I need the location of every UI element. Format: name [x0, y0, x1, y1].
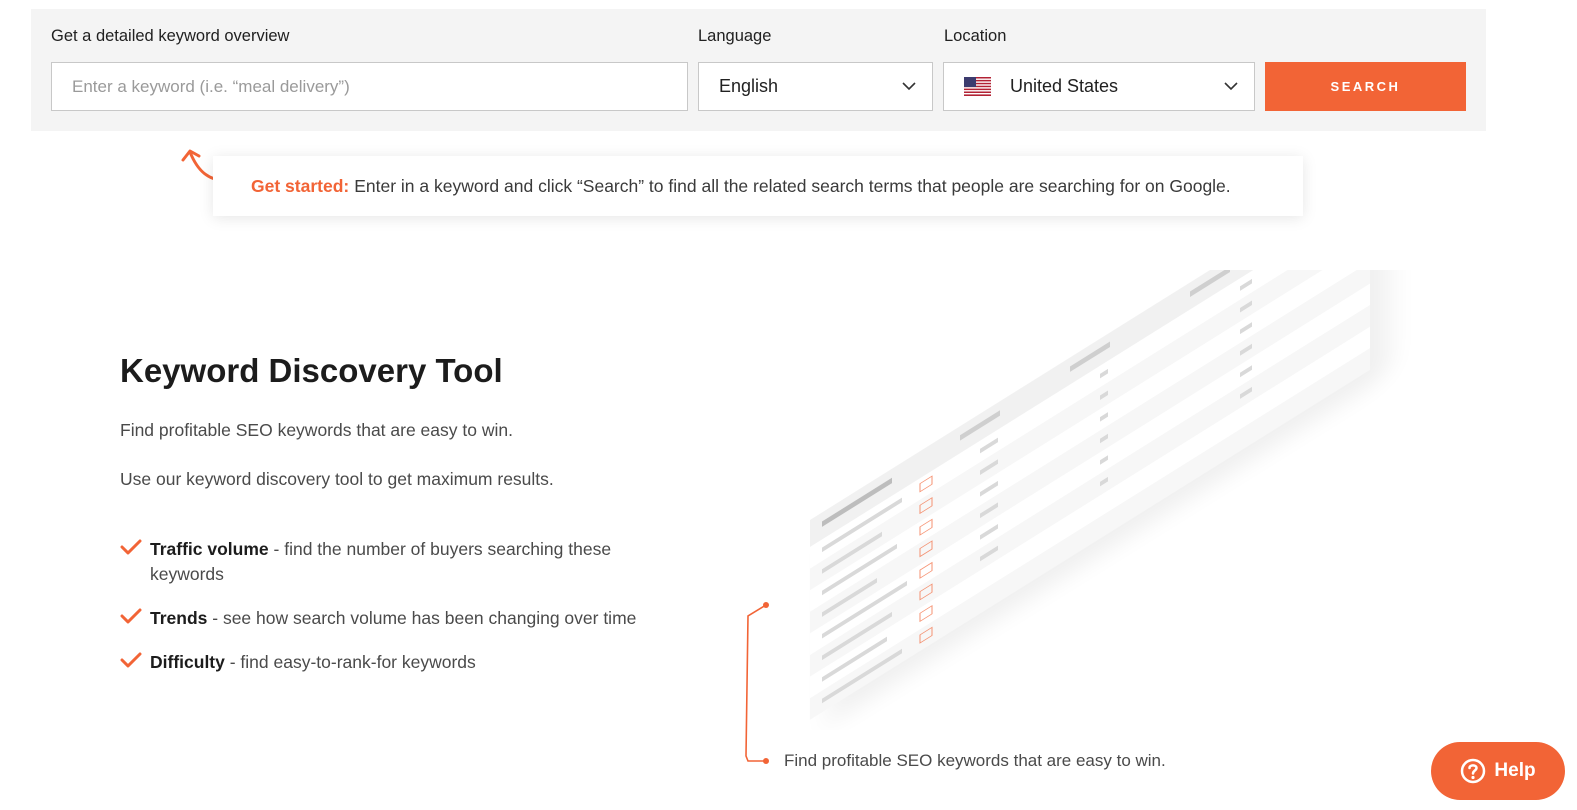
location-value: United States [1010, 76, 1119, 96]
intro-paragraph: Find profitable SEO keywords that are ea… [120, 420, 513, 440]
feature-text: - find easy-to-rank-for keywords [224, 652, 476, 672]
get-started-tip: Get started: Enter in a keyword and clic… [213, 156, 1303, 216]
check-icon [120, 608, 142, 624]
feature-title: Difficulty [150, 652, 225, 672]
check-icon [120, 539, 142, 555]
feature-item: Traffic volume - find the number of buye… [120, 537, 680, 587]
help-label: Help [1494, 760, 1536, 781]
tip-heading: Get started: [251, 175, 350, 196]
keyword-search-panel: Get a detailed keyword overview Language… [31, 9, 1486, 131]
page-title: Keyword Discovery Tool [120, 352, 503, 389]
keyword-input[interactable] [51, 62, 688, 111]
us-flag-icon [964, 77, 991, 96]
feature-item: Difficulty - find easy-to-rank-for keywo… [120, 650, 680, 675]
feature-item: Trends - see how search volume has been … [120, 606, 680, 631]
keyword-label: Get a detailed keyword overview [51, 27, 290, 45]
feature-list: Traffic volume - find the number of buye… [120, 537, 680, 694]
illustration-caption: Find profitable SEO keywords that are ea… [784, 751, 1166, 770]
search-button[interactable]: SEARCH [1265, 62, 1466, 111]
keyword-table-illustration [810, 270, 1390, 724]
question-circle-icon [1461, 758, 1486, 784]
chevron-down-icon [902, 82, 916, 91]
feature-title: Traffic volume [150, 539, 269, 559]
feature-text: - see how search volume has been changin… [207, 608, 637, 628]
check-icon [120, 652, 142, 668]
language-label: Language [698, 27, 772, 45]
feature-title: Trends [150, 608, 208, 628]
chevron-down-icon [1224, 82, 1238, 91]
language-select[interactable]: English [698, 62, 933, 111]
caption-connector [745, 602, 769, 764]
language-value: English [719, 76, 779, 96]
location-select[interactable]: United States [943, 62, 1255, 111]
help-button[interactable]: Help [1431, 742, 1565, 800]
location-label: Location [944, 27, 1007, 45]
intro-paragraph-2: Use our keyword discovery tool to get ma… [120, 469, 554, 489]
tip-text: Enter in a keyword and click “Search” to… [354, 175, 1231, 196]
